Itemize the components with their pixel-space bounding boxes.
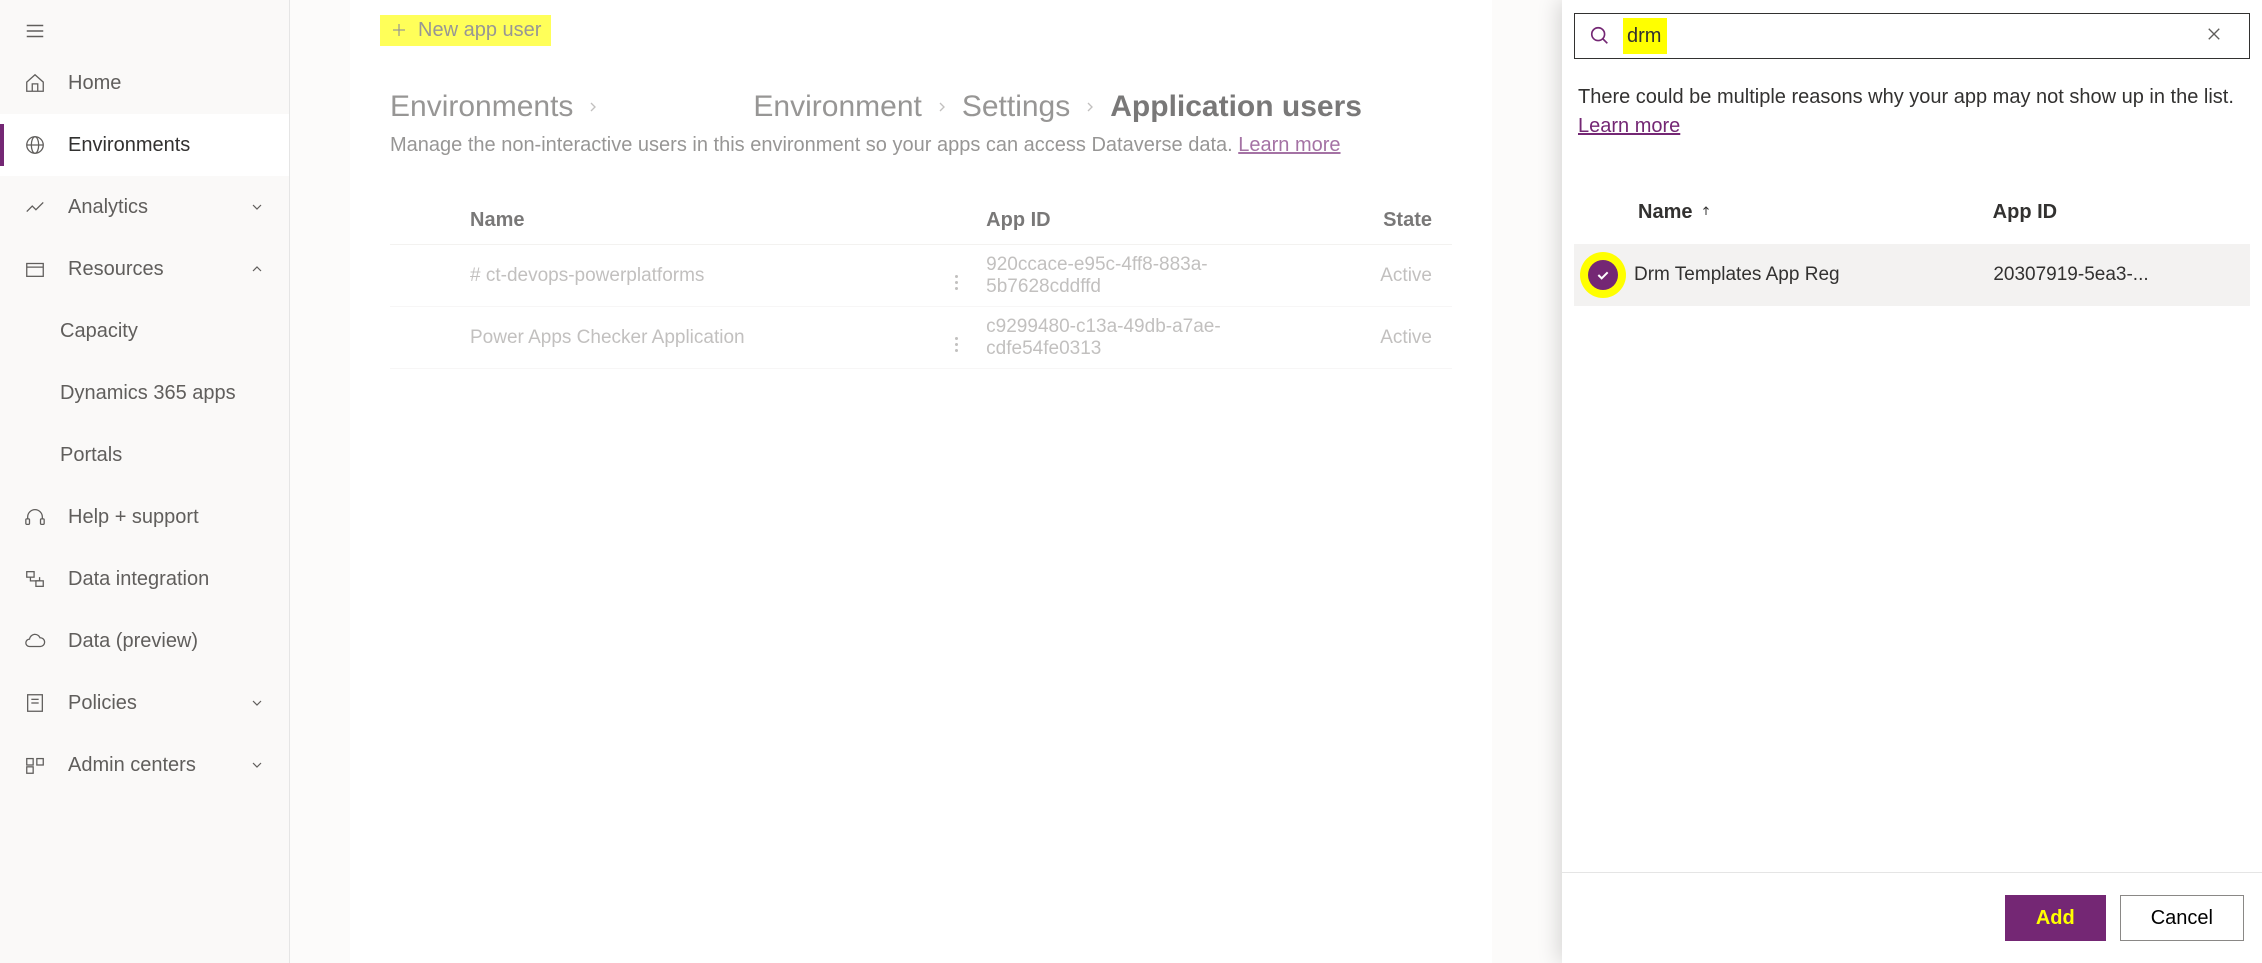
close-icon (2205, 25, 2223, 43)
chevron-right-icon (1082, 99, 1110, 115)
search-icon (1589, 25, 1611, 47)
globe-icon (24, 134, 50, 156)
search-input-value: drm (1623, 18, 1667, 54)
content-area: Environments Environment Settings Applic… (350, 60, 1492, 963)
row-menu[interactable] (926, 262, 986, 290)
col-state[interactable]: State (1312, 209, 1452, 232)
row-appid: c9299480-c13a-49db-a7ae-cdfe54fe0313 (986, 316, 1312, 360)
nav-help-label: Help + support (68, 506, 199, 529)
hamburger-button[interactable] (0, 8, 289, 52)
nav-capacity[interactable]: Capacity (0, 300, 289, 362)
nav-environments-label: Environments (68, 134, 190, 157)
nav-data-integration[interactable]: Data integration (0, 548, 289, 610)
nav-policies-label: Policies (68, 692, 137, 715)
nav-analytics[interactable]: Analytics (0, 176, 289, 238)
chevron-right-icon (585, 99, 613, 115)
subtitle-text: Manage the non-interactive users in this… (390, 134, 1238, 156)
add-app-panel: drm There could be multiple reasons why … (1562, 0, 2262, 963)
headset-icon (24, 506, 50, 528)
nav-policies[interactable]: Policies (0, 672, 289, 734)
row-state: Active (1312, 265, 1452, 287)
nav-admin-centers-label: Admin centers (68, 754, 196, 777)
hamburger-icon (24, 20, 46, 42)
panel-body: drm There could be multiple reasons why … (1562, 0, 2262, 872)
chevron-down-icon (249, 199, 265, 215)
search-box[interactable]: drm (1574, 13, 2250, 59)
panel-info-link[interactable]: Learn more (1578, 115, 1680, 137)
home-icon (24, 72, 50, 94)
crumb-settings[interactable]: Settings (962, 90, 1082, 124)
chevron-down-icon (249, 757, 265, 773)
nav-admin-centers[interactable]: Admin centers (0, 734, 289, 796)
nav-help[interactable]: Help + support (0, 486, 289, 548)
row-state: Active (1312, 327, 1452, 349)
cloud-icon (24, 630, 50, 652)
col-appid[interactable]: App ID (986, 209, 1312, 232)
analytics-icon (24, 196, 50, 218)
crumb-environments[interactable]: Environments (390, 90, 585, 124)
nav-resources-label: Resources (68, 258, 164, 281)
nav-home[interactable]: Home (0, 52, 289, 114)
cancel-button[interactable]: Cancel (2120, 895, 2244, 941)
more-icon (955, 275, 958, 290)
users-table: Name App ID State # ct-devops-powerplatf… (390, 197, 1452, 369)
more-icon (955, 337, 958, 352)
topbar: New app user (350, 0, 1492, 60)
breadcrumb: Environments Environment Settings Applic… (390, 90, 1452, 124)
chevron-up-icon (249, 261, 265, 277)
chevron-down-icon (249, 695, 265, 711)
nav-resources[interactable]: Resources (0, 238, 289, 300)
sort-asc-icon (1692, 201, 1712, 224)
panel-col-appid[interactable]: App ID (1993, 201, 2246, 224)
new-app-user-label: New app user (418, 19, 541, 42)
table-row[interactable]: # ct-devops-powerplatforms 920ccace-e95c… (390, 245, 1452, 307)
chevron-right-icon (934, 99, 962, 115)
clear-search-button[interactable] (2205, 25, 2235, 48)
panel-info: There could be multiple reasons why your… (1574, 83, 2250, 141)
nav-home-label: Home (68, 72, 121, 95)
row-name: Power Apps Checker Application (450, 327, 926, 349)
add-button[interactable]: Add (2005, 895, 2106, 941)
plus-icon (390, 21, 408, 39)
nav-analytics-label: Analytics (68, 196, 148, 219)
table-header: Name App ID State (390, 197, 1452, 245)
nav-data-integration-label: Data integration (68, 568, 209, 591)
data-integration-icon (24, 568, 50, 590)
table-row[interactable]: Power Apps Checker Application c9299480-… (390, 307, 1452, 369)
nav-d365[interactable]: Dynamics 365 apps (0, 362, 289, 424)
row-menu[interactable] (926, 324, 986, 352)
crumb-environment[interactable]: Environment (753, 90, 933, 124)
crumb-current: Application users (1110, 90, 1374, 124)
nav-d365-label: Dynamics 365 apps (60, 382, 236, 405)
panel-row-appid: 20307919-5ea3-... (1993, 264, 2250, 286)
selected-check-icon[interactable] (1588, 260, 1618, 290)
subtitle: Manage the non-interactive users in this… (390, 134, 1452, 157)
resources-icon (24, 258, 50, 280)
sidebar: Home Environments Analytics Resources Ca… (0, 0, 290, 963)
policies-icon (24, 692, 50, 714)
nav-capacity-label: Capacity (60, 320, 138, 343)
panel-info-text: There could be multiple reasons why your… (1578, 86, 2234, 108)
panel-row[interactable]: Drm Templates App Reg 20307919-5ea3-... (1574, 244, 2250, 306)
panel-col-name[interactable]: Name (1638, 201, 1993, 224)
panel-footer: Add Cancel (1562, 872, 2262, 963)
nav-data-preview-label: Data (preview) (68, 630, 198, 653)
row-name: # ct-devops-powerplatforms (450, 265, 926, 287)
panel-table-header: Name App ID (1574, 141, 2250, 244)
nav-environments[interactable]: Environments (0, 114, 289, 176)
nav-portals[interactable]: Portals (0, 424, 289, 486)
main: New app user Environments Environment Se… (290, 0, 1562, 963)
nav-portals-label: Portals (60, 444, 122, 467)
search-input[interactable]: drm (1623, 18, 2205, 54)
col-name[interactable]: Name (450, 209, 926, 232)
nav-data-preview[interactable]: Data (preview) (0, 610, 289, 672)
new-app-user-button[interactable]: New app user (380, 15, 551, 46)
subtitle-link[interactable]: Learn more (1238, 134, 1340, 156)
panel-row-name: Drm Templates App Reg (1634, 264, 1993, 286)
row-appid: 920ccace-e95c-4ff8-883a-5b7628cddffd (986, 254, 1312, 298)
admin-centers-icon (24, 754, 50, 776)
